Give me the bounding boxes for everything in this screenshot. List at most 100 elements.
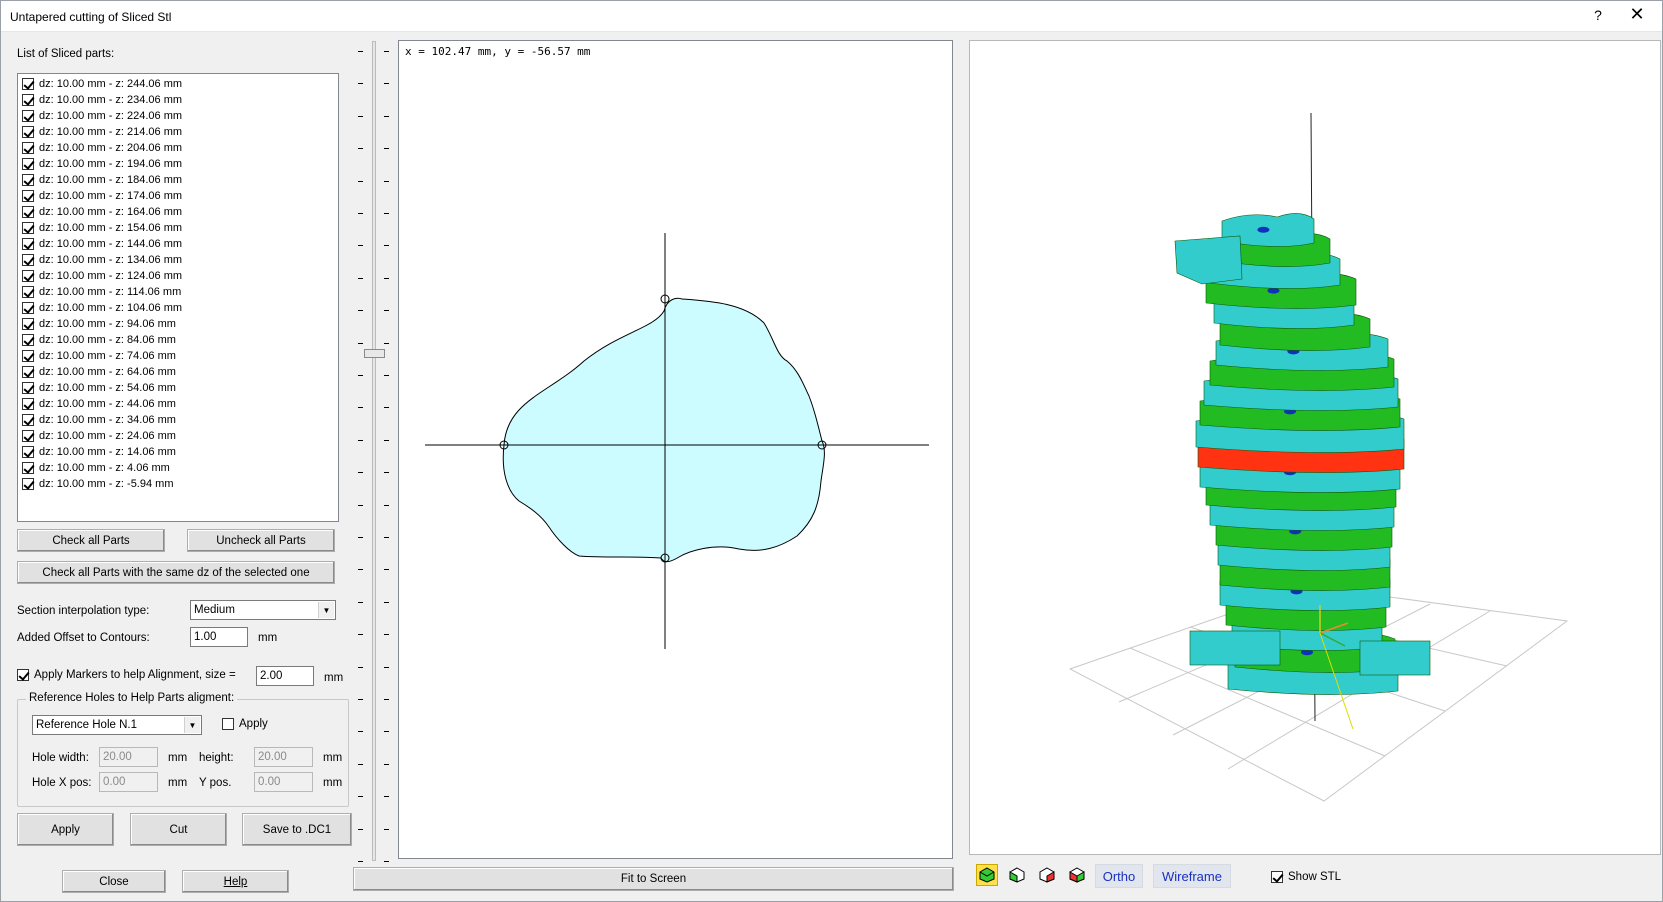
part-checkbox[interactable] (22, 302, 34, 314)
list-item[interactable]: dz: 10.00 mm - z: 104.06 mm (18, 300, 338, 316)
markers-checkbox[interactable] (17, 669, 29, 681)
markers-size-input[interactable]: 2.00 (256, 666, 314, 686)
part-checkbox[interactable] (22, 254, 34, 266)
part-checkbox[interactable] (22, 94, 34, 106)
part-checkbox[interactable] (22, 478, 34, 490)
show-stl-row[interactable]: Show STL (1271, 871, 1341, 883)
close-button[interactable]: Close (62, 870, 166, 893)
part-checkbox[interactable] (22, 350, 34, 362)
list-item[interactable]: dz: 10.00 mm - z: 174.06 mm (18, 188, 338, 204)
list-item[interactable]: dz: 10.00 mm - z: 4.06 mm (18, 460, 338, 476)
hole-x-input[interactable]: 0.00 (99, 772, 158, 792)
list-item[interactable]: dz: 10.00 mm - z: 204.06 mm (18, 140, 338, 156)
slider-tick (358, 569, 363, 571)
parts-listbox[interactable]: dz: 10.00 mm - z: 244.06 mm dz: 10.00 mm … (17, 73, 339, 522)
hole-select[interactable]: Reference Hole N.1 ▼ (32, 715, 202, 735)
list-item[interactable]: dz: 10.00 mm - z: 234.06 mm (18, 92, 338, 108)
height-input[interactable]: 20.00 (254, 747, 313, 767)
markers-checkbox-row[interactable]: Apply Markers to help Alignment, size = (17, 669, 236, 681)
part-checkbox[interactable] (22, 174, 34, 186)
hole-apply-checkbox[interactable] (222, 718, 234, 730)
check-all-button[interactable]: Check all Parts (17, 529, 165, 552)
list-item[interactable]: dz: 10.00 mm - z: 14.06 mm (18, 444, 338, 460)
list-item[interactable]: dz: 10.00 mm - z: 94.06 mm (18, 316, 338, 332)
list-item[interactable]: dz: 10.00 mm - z: 184.06 mm (18, 172, 338, 188)
part-checkbox[interactable] (22, 206, 34, 218)
apply-button[interactable]: Apply (17, 813, 114, 846)
slider-tick (358, 180, 363, 182)
part-checkbox[interactable] (22, 334, 34, 346)
part-label: dz: 10.00 mm - z: 114.06 mm (39, 286, 182, 298)
part-checkbox[interactable] (22, 430, 34, 442)
interp-select[interactable]: Medium ▼ (190, 600, 336, 620)
chevron-down-icon: ▼ (184, 717, 200, 733)
window-title: Untapered cutting of Sliced Stl (10, 10, 172, 24)
list-item[interactable]: dz: 10.00 mm - z: 124.06 mm (18, 268, 338, 284)
list-item[interactable]: dz: 10.00 mm - z: 134.06 mm (18, 252, 338, 268)
fit-to-screen-button[interactable]: Fit to Screen (353, 867, 954, 891)
list-item[interactable]: dz: 10.00 mm - z: 144.06 mm (18, 236, 338, 252)
hole-apply-label: Apply (239, 718, 268, 730)
uncheck-all-button[interactable]: Uncheck all Parts (187, 529, 335, 552)
list-item[interactable]: dz: 10.00 mm - z: 214.06 mm (18, 124, 338, 140)
help-button[interactable]: Help (182, 870, 289, 893)
part-checkbox[interactable] (22, 462, 34, 474)
save-dc1-button[interactable]: Save to .DC1 (242, 813, 352, 846)
section-2d-view[interactable]: x = 102.47 mm, y = -56.57 mm (398, 40, 953, 859)
close-window-button[interactable]: ✕ (1626, 4, 1648, 25)
list-item[interactable]: dz: 10.00 mm - z: 34.06 mm (18, 412, 338, 428)
list-item[interactable]: dz: 10.00 mm - z: 114.06 mm (18, 284, 338, 300)
slider-tick (358, 731, 363, 733)
list-item[interactable]: dz: 10.00 mm - z: 84.06 mm (18, 332, 338, 348)
part-checkbox[interactable] (22, 238, 34, 250)
part-checkbox[interactable] (22, 366, 34, 378)
list-item[interactable]: dz: 10.00 mm - z: 74.06 mm (18, 348, 338, 364)
list-item[interactable]: dz: 10.00 mm - z: 154.06 mm (18, 220, 338, 236)
wireframe-button[interactable]: Wireframe (1153, 864, 1231, 888)
list-item[interactable]: dz: 10.00 mm - z: 44.06 mm (18, 396, 338, 412)
y-pos-input[interactable]: 0.00 (254, 772, 313, 792)
list-item[interactable]: dz: 10.00 mm - z: 244.06 mm (18, 76, 338, 92)
part-checkbox[interactable] (22, 158, 34, 170)
slider-tick (384, 828, 389, 830)
iso-view-icon[interactable] (976, 864, 998, 886)
show-stl-checkbox[interactable] (1271, 871, 1283, 883)
list-item[interactable]: dz: 10.00 mm - z: 224.06 mm (18, 108, 338, 124)
slider-thumb[interactable] (364, 348, 385, 358)
front-view-icon[interactable] (1006, 864, 1028, 886)
list-item[interactable]: dz: 10.00 mm - z: 54.06 mm (18, 380, 338, 396)
part-checkbox[interactable] (22, 110, 34, 122)
part-checkbox[interactable] (22, 318, 34, 330)
top-view-icon[interactable] (1066, 864, 1088, 886)
layer-slider[interactable] (353, 41, 389, 862)
slider-tick (358, 51, 363, 52)
list-item[interactable]: dz: 10.00 mm - z: 24.06 mm (18, 428, 338, 444)
help-title-button[interactable]: ? (1591, 7, 1605, 23)
cut-button[interactable]: Cut (130, 813, 227, 846)
model-3d-view[interactable] (969, 40, 1661, 855)
list-item[interactable]: dz: 10.00 mm - z: 64.06 mm (18, 364, 338, 380)
part-checkbox[interactable] (22, 142, 34, 154)
ortho-button[interactable]: Ortho (1095, 864, 1143, 888)
markers-unit: mm (324, 672, 344, 684)
part-checkbox[interactable] (22, 286, 34, 298)
part-checkbox[interactable] (22, 190, 34, 202)
part-checkbox[interactable] (22, 126, 34, 138)
hole-width-input[interactable]: 20.00 (99, 747, 158, 767)
part-checkbox[interactable] (22, 270, 34, 282)
part-checkbox[interactable] (22, 222, 34, 234)
list-item[interactable]: dz: 10.00 mm - z: 164.06 mm (18, 204, 338, 220)
part-checkbox[interactable] (22, 78, 34, 90)
list-item[interactable]: dz: 10.00 mm - z: 194.06 mm (18, 156, 338, 172)
part-checkbox[interactable] (22, 398, 34, 410)
list-item[interactable]: dz: 10.00 mm - z: -5.94 mm (18, 476, 338, 492)
part-checkbox[interactable] (22, 414, 34, 426)
check-same-dz-button[interactable]: Check all Parts with the same dz of the … (17, 561, 335, 584)
arm-protrusion (1174, 235, 1243, 285)
part-checkbox[interactable] (22, 382, 34, 394)
part-checkbox[interactable] (22, 446, 34, 458)
hole-apply-row[interactable]: Apply (222, 718, 268, 730)
part-label: dz: 10.00 mm - z: 4.06 mm (39, 462, 170, 474)
side-view-icon[interactable] (1036, 864, 1058, 886)
offset-input[interactable]: 1.00 (190, 627, 248, 647)
